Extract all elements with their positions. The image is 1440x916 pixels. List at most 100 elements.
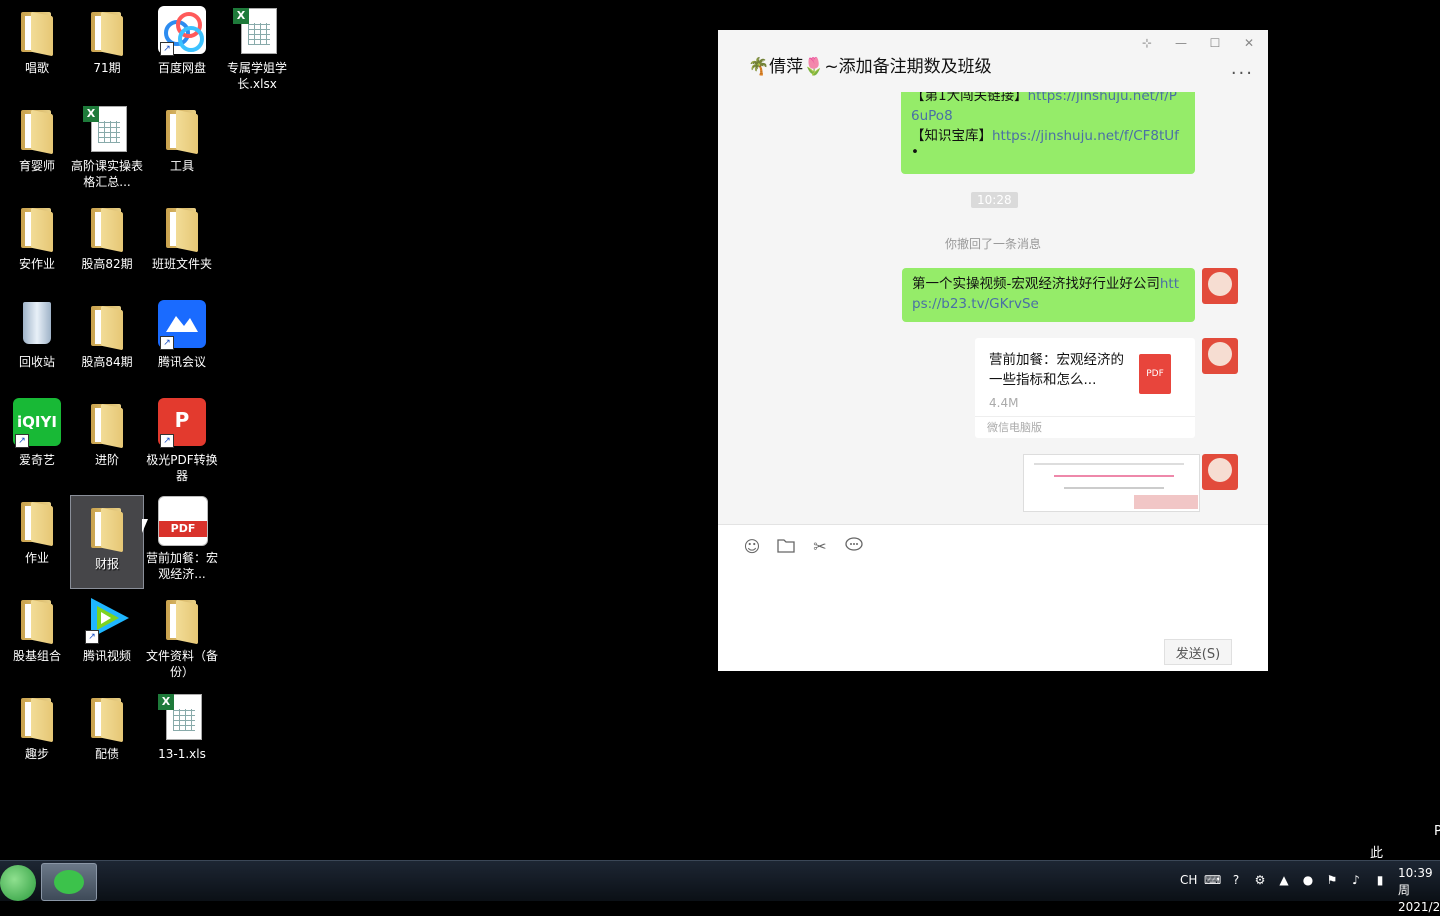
send-button[interactable]: 发送(S)	[1164, 639, 1232, 665]
activation-watermark: P	[1434, 824, 1440, 839]
desktop-icon-baidu-netdisk[interactable]: ↗ 百度网盘	[145, 0, 219, 94]
file-message-card[interactable]: 营前加餐：宏观经济的一些指标和怎么... 4.4M PDF 微信电脑版	[975, 338, 1195, 438]
desktop-icon-tencent-meeting[interactable]: ↗ 腾讯会议	[145, 294, 219, 388]
wechat-chat-window: 🌴倩萍🌷~添加备注期数及班级 ⊹ — ☐ ✕ ... 【第1大闯关链接】http…	[718, 30, 1268, 671]
iqiyi-icon: iQIYI ↗	[13, 398, 61, 448]
clock-date: 2021/2	[1398, 900, 1440, 914]
mouse-cursor	[142, 519, 148, 533]
desktop-icon-folder-qubu[interactable]: 趣步	[0, 686, 74, 780]
close-icon[interactable]: ✕	[1240, 36, 1258, 50]
desktop-icon-label: 配债	[94, 747, 119, 761]
desktop-icon-folder-fund-portfolio[interactable]: 股基组合	[0, 588, 74, 682]
file-name: 营前加餐：宏观经济的一些指标和怎么...	[989, 352, 1124, 388]
desktop-icon-label: 极光PDF转换器	[146, 453, 218, 483]
desktop-icon-label: 13-1.xls	[158, 747, 206, 761]
folder-icon	[13, 6, 61, 57]
message-list[interactable]: 【第1大闯关链接】https://jinshuju.net/f/P6uPo8 【…	[718, 92, 1268, 524]
desktop-icon-pdf-converter[interactable]: P ↗ 极光PDF转换器	[145, 392, 219, 486]
folder-icon	[83, 398, 131, 449]
desktop-icon-iqiyi[interactable]: iQIYI ↗ 爱奇艺	[0, 392, 74, 486]
excel-file-icon: X	[158, 692, 206, 742]
folder-icon	[83, 300, 131, 351]
desktop-icon-folder-homework-an[interactable]: 安作业	[0, 196, 74, 290]
desktop-icon-tencent-video[interactable]: ↗ 腾讯视频	[70, 588, 144, 682]
desktop-icon-label: 进阶	[94, 453, 119, 467]
folder-icon	[13, 692, 61, 743]
tencent-meeting-icon: ↗	[158, 300, 206, 350]
message-bubble-links[interactable]: 【第1大闯关链接】https://jinshuju.net/f/P6uPo8 【…	[901, 92, 1195, 174]
shortcut-arrow-icon: ↗	[85, 630, 99, 644]
folder-icon	[158, 104, 206, 155]
desktop-icon-folder-class[interactable]: 班班文件夹	[145, 196, 219, 290]
taskbar-clock[interactable]: 10:39 周 2021/2	[1398, 865, 1440, 916]
chat-history-icon[interactable]	[844, 537, 864, 557]
desktop-icon-recycle-bin[interactable]: 回收站	[0, 294, 74, 388]
maximize-icon[interactable]: ☐	[1206, 36, 1224, 50]
avatar[interactable]	[1202, 338, 1238, 374]
ime-indicator[interactable]: CH	[1180, 873, 1197, 887]
more-options-icon[interactable]: ...	[1231, 58, 1254, 79]
input-toolbar: ☺ ✂	[742, 537, 864, 557]
desktop-icon-label: 股基组合	[12, 649, 61, 663]
scissors-icon[interactable]: ✂	[810, 537, 830, 557]
desktop-icon-folder-backup[interactable]: 文件资料（备份）	[145, 588, 219, 682]
desktop-icon-folder-advanced[interactable]: 进阶	[70, 392, 144, 486]
desktop-icon-label: 股高84期	[81, 355, 133, 369]
pin-icon[interactable]: ⊹	[1138, 36, 1156, 50]
jinshuju-link-2[interactable]: https://jinshuju.net/f/CF8tUf	[992, 128, 1179, 144]
desktop-icon-folder-convertible[interactable]: 配债	[70, 686, 144, 780]
desktop-icon-excel-mentors[interactable]: X 专属学姐学长.xlsx	[220, 0, 294, 94]
tray-expand-icon[interactable]: ▲	[1276, 873, 1292, 887]
desktop: 唱歌 育婴师 安作业 回收站 iQIYI ↗ 爱奇艺 作业 股基组合 趣步 71期…	[0, 0, 720, 860]
desktop-icon-label: 股高82期	[81, 257, 133, 271]
folder-icon	[13, 496, 61, 547]
desktop-icon-folder-childcare[interactable]: 育婴师	[0, 98, 74, 192]
image-message-thumbnail[interactable]	[1023, 454, 1200, 512]
folder-icon[interactable]	[776, 537, 796, 557]
desktop-icon-folder-tools[interactable]: 工具	[145, 98, 219, 192]
shortcut-arrow-icon: ↗	[15, 434, 29, 448]
desktop-icon-label: 工具	[169, 159, 194, 173]
taskbar-wechat-button[interactable]	[41, 863, 97, 901]
keyboard-icon[interactable]: ⌨	[1204, 873, 1221, 887]
desktop-icon-pdf-file[interactable]: PDF 营前加餐：宏观经济...	[145, 490, 219, 584]
avatar[interactable]	[1202, 454, 1238, 490]
folder-icon	[158, 594, 206, 645]
start-button[interactable]	[0, 865, 36, 901]
help-icon[interactable]: ?	[1228, 873, 1244, 887]
avatar[interactable]	[1202, 268, 1238, 304]
system-tray: CH ⌨ ? ⚙ ▲ ● ⚑ ♪ ▮	[1180, 873, 1388, 887]
desktop-icon-folder-financial-report[interactable]: 财报	[70, 495, 144, 589]
desktop-icon-folder-homework[interactable]: 作业	[0, 490, 74, 584]
input-settings-icon[interactable]: ⚙	[1252, 873, 1268, 887]
chat-title: 🌴倩萍🌷~添加备注期数及班级	[748, 57, 992, 77]
desktop-icon-label: 营前加餐：宏观经济...	[145, 551, 218, 581]
message-bubble-video[interactable]: 第一个实操视频-宏观经济找好行业好公司https://b23.tv/GKrvSe	[902, 268, 1195, 322]
desktop-icon-label: 作业	[24, 551, 49, 565]
desktop-icon-label: 腾讯视频	[82, 649, 131, 663]
minimize-icon[interactable]: —	[1172, 36, 1190, 50]
excel-file-icon: X	[233, 6, 281, 56]
baidu-netdisk-icon: ↗	[158, 6, 206, 56]
desktop-icon-excel-13-1[interactable]: X 13-1.xls	[145, 686, 219, 780]
folder-icon	[13, 202, 61, 253]
message-input-area[interactable]: ☺ ✂ 发送(S)	[718, 524, 1268, 671]
desktop-icon-folder-82[interactable]: 股高82期	[70, 196, 144, 290]
desktop-icon-label: 爱奇艺	[18, 453, 55, 467]
window-controls: ⊹ — ☐ ✕	[1138, 36, 1258, 50]
shortcut-arrow-icon: ↗	[160, 42, 174, 56]
recycle-bin-icon	[13, 300, 61, 350]
desktop-icon-label: 育婴师	[18, 159, 55, 173]
action-center-flag-icon[interactable]: ⚑	[1324, 873, 1340, 887]
desktop-icon-label: 高阶课实操表格汇总...	[70, 159, 143, 189]
bubble-line: •	[911, 144, 919, 160]
desktop-icon-folder-sing[interactable]: 唱歌	[0, 0, 74, 94]
desktop-icon-folder-84[interactable]: 股高84期	[70, 294, 144, 388]
security-icon[interactable]: ●	[1300, 873, 1316, 887]
desktop-icon-excel-summary[interactable]: X 高阶课实操表格汇总...	[70, 98, 144, 192]
desktop-icon-folder-71[interactable]: 71期	[70, 0, 144, 94]
emoji-icon[interactable]: ☺	[742, 537, 762, 557]
network-icon[interactable]: ▮	[1372, 873, 1388, 887]
volume-icon[interactable]: ♪	[1348, 873, 1364, 887]
folder-icon	[83, 502, 131, 553]
